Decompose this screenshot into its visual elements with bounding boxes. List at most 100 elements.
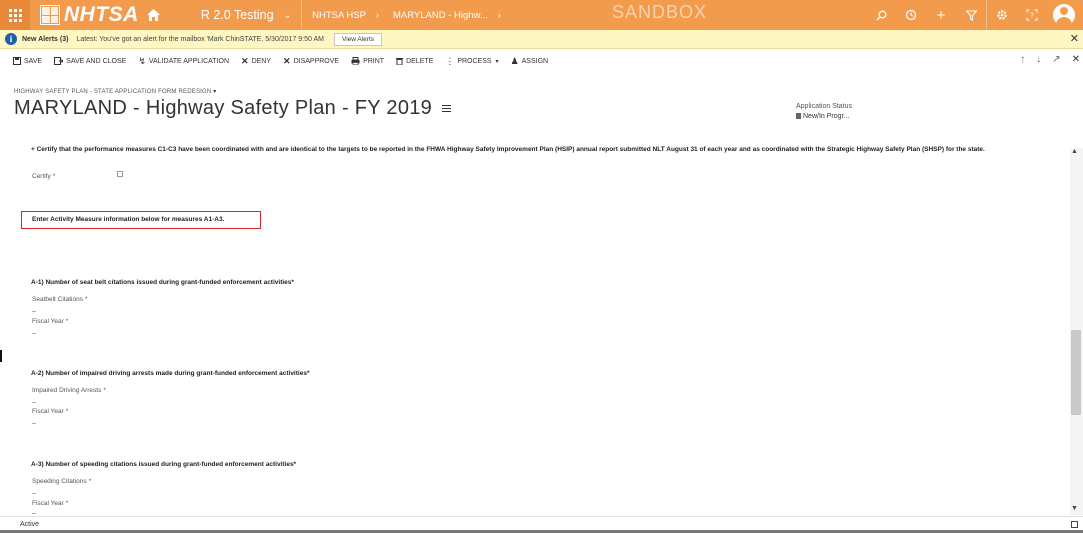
- print-label: PRINT: [363, 57, 385, 65]
- field-label-text: Fiscal Year: [32, 408, 64, 415]
- impaired-driving-arrests-label: Impaired Driving Arrests *: [32, 387, 106, 394]
- help-icon[interactable]: ?: [1017, 0, 1047, 30]
- previous-record-arrow-icon[interactable]: ↑: [1020, 54, 1025, 65]
- fiscal-year-label: Fiscal Year *: [32, 500, 68, 507]
- required-mark: *: [103, 387, 106, 394]
- status-value-text: New/In Progr...: [803, 113, 850, 120]
- record-menu-icon[interactable]: [441, 103, 451, 114]
- nav-area-label: NHTSA HSP: [312, 9, 366, 21]
- next-record-arrow-icon[interactable]: ↓: [1036, 54, 1041, 65]
- deny-label: DENY: [251, 57, 272, 65]
- alert-message: Latest: You've got an alert for the mail…: [76, 35, 324, 43]
- disapprove-label: DISAPPROVE: [293, 57, 340, 65]
- application-status-label: Application Status: [796, 103, 853, 110]
- certify-statement: + Certify that the performance measures …: [31, 146, 985, 153]
- process-icon: ⋮: [445, 55, 455, 66]
- page-title-text: MARYLAND - Highway Safety Plan - FY 2019: [14, 97, 433, 119]
- app-launcher-icon[interactable]: [0, 0, 30, 30]
- certify-label-text: Certify: [32, 173, 51, 180]
- seatbelt-citations-label: Seatbelt Citations *: [32, 296, 87, 303]
- home-icon[interactable]: [145, 6, 163, 24]
- form-selector[interactable]: HIGHWAY SAFETY PLAN - STATE APPLICATION …: [14, 88, 217, 95]
- top-nav-bar: NHTSA R 2.0 Testing ⌄ NHTSA HSP › MARYLA…: [0, 0, 1083, 30]
- speeding-citations-input[interactable]: --: [32, 490, 36, 497]
- field-label-text: Fiscal Year: [32, 318, 64, 325]
- fiscal-year-label: Fiscal Year *: [32, 318, 68, 325]
- form-selector-label: HIGHWAY SAFETY PLAN - STATE APPLICATION …: [14, 89, 212, 95]
- advanced-find-icon[interactable]: [956, 0, 986, 30]
- fiscal-year-label: Fiscal Year *: [32, 408, 68, 415]
- alert-title: New Alerts (3): [22, 35, 69, 43]
- nhtsa-logo[interactable]: NHTSA: [40, 0, 139, 30]
- deny-button[interactable]: ✕ DENY: [241, 56, 271, 67]
- section-a1-title: A-1) Number of seat belt citations issue…: [31, 279, 294, 286]
- required-mark: *: [88, 478, 92, 485]
- app-name: R 2.0 Testing: [200, 8, 274, 22]
- settings-gear-icon[interactable]: [987, 0, 1017, 30]
- scroll-up-arrow-icon[interactable]: ▲: [1071, 148, 1078, 155]
- recent-records-icon[interactable]: [896, 0, 926, 30]
- view-alerts-button[interactable]: View Alerts: [333, 32, 383, 46]
- delete-button[interactable]: DELETE: [396, 57, 433, 65]
- impaired-driving-arrests-input[interactable]: --: [32, 399, 36, 406]
- svg-text:?: ?: [1030, 13, 1034, 20]
- disapprove-button[interactable]: ✕ DISAPPROVE: [283, 56, 339, 67]
- required-mark: *: [52, 173, 56, 180]
- seatbelt-citations-input[interactable]: --: [32, 308, 36, 315]
- assign-button[interactable]: ♟ ASSIGN: [511, 56, 549, 67]
- nav-area-link[interactable]: NHTSA HSP ›: [312, 0, 379, 30]
- required-mark: *: [65, 318, 69, 325]
- environment-watermark: SANDBOX: [612, 2, 708, 22]
- user-avatar-icon[interactable]: [1053, 4, 1075, 26]
- logo-text: NHTSA: [64, 3, 139, 26]
- validate-application-button[interactable]: ↯ VALIDATE APPLICATION: [138, 56, 229, 67]
- x-icon: ✕: [241, 55, 249, 66]
- print-button[interactable]: PRINT: [351, 57, 384, 65]
- chevron-right-icon: ›: [375, 10, 379, 20]
- create-new-icon[interactable]: +: [926, 0, 956, 30]
- field-label-text: Seatbelt Citations: [32, 296, 83, 303]
- pop-out-icon[interactable]: ↗: [1052, 54, 1060, 65]
- save-button[interactable]: SAVE: [13, 57, 42, 65]
- scroll-down-arrow-icon[interactable]: ▼: [1071, 505, 1078, 512]
- save-close-label: SAVE AND CLOSE: [66, 57, 127, 65]
- nav-right-icons: + ?: [866, 0, 1083, 30]
- delete-label: DELETE: [406, 57, 434, 65]
- process-button[interactable]: ⋮ PROCESS ▾: [445, 56, 498, 67]
- nav-record-breadcrumb[interactable]: MARYLAND - Highw... ›: [393, 0, 501, 30]
- assign-label: ASSIGN: [521, 57, 549, 65]
- save-close-icon: [54, 57, 64, 65]
- save-label: SAVE: [24, 57, 43, 65]
- certify-checkbox[interactable]: [117, 171, 123, 177]
- assign-people-icon: ♟: [510, 55, 519, 66]
- close-icon[interactable]: ✕: [1070, 32, 1079, 45]
- fiscal-year-input[interactable]: --: [32, 420, 36, 427]
- field-label-text: Impaired Driving Arrests: [32, 387, 102, 394]
- speeding-citations-label: Speeding Citations *: [32, 478, 91, 485]
- app-switcher[interactable]: R 2.0 Testing ⌄: [201, 0, 301, 30]
- trash-icon: [396, 58, 404, 65]
- printer-icon: [351, 57, 360, 65]
- scrollbar-thumb[interactable]: [1071, 330, 1081, 415]
- chevron-down-icon: ▾: [495, 58, 499, 65]
- chevron-right-icon: ›: [497, 10, 501, 20]
- record-navigation: ↑ ↓ ↗ ✕: [1020, 54, 1080, 65]
- save-and-close-button[interactable]: SAVE AND CLOSE: [54, 57, 126, 65]
- search-icon[interactable]: [866, 0, 896, 30]
- nav-record-label: MARYLAND - Highw...: [392, 9, 488, 21]
- info-icon: i: [5, 33, 17, 45]
- validate-label: VALIDATE APPLICATION: [148, 57, 230, 65]
- footer-save-icon[interactable]: [1071, 521, 1078, 528]
- required-mark: *: [65, 408, 69, 415]
- nav-divider: [301, 0, 303, 30]
- page-title: MARYLAND - Highway Safety Plan - FY 2019: [14, 97, 451, 120]
- fiscal-year-input[interactable]: --: [32, 330, 36, 337]
- process-label: PROCESS: [457, 57, 492, 65]
- record-status: Active: [20, 521, 40, 528]
- validate-icon: ↯: [138, 55, 146, 66]
- required-mark: *: [84, 296, 88, 303]
- close-form-icon[interactable]: ✕: [1072, 54, 1080, 65]
- chevron-down-icon: ⌄: [283, 9, 292, 20]
- save-icon: [13, 57, 21, 65]
- logo-badge-icon: [40, 5, 60, 25]
